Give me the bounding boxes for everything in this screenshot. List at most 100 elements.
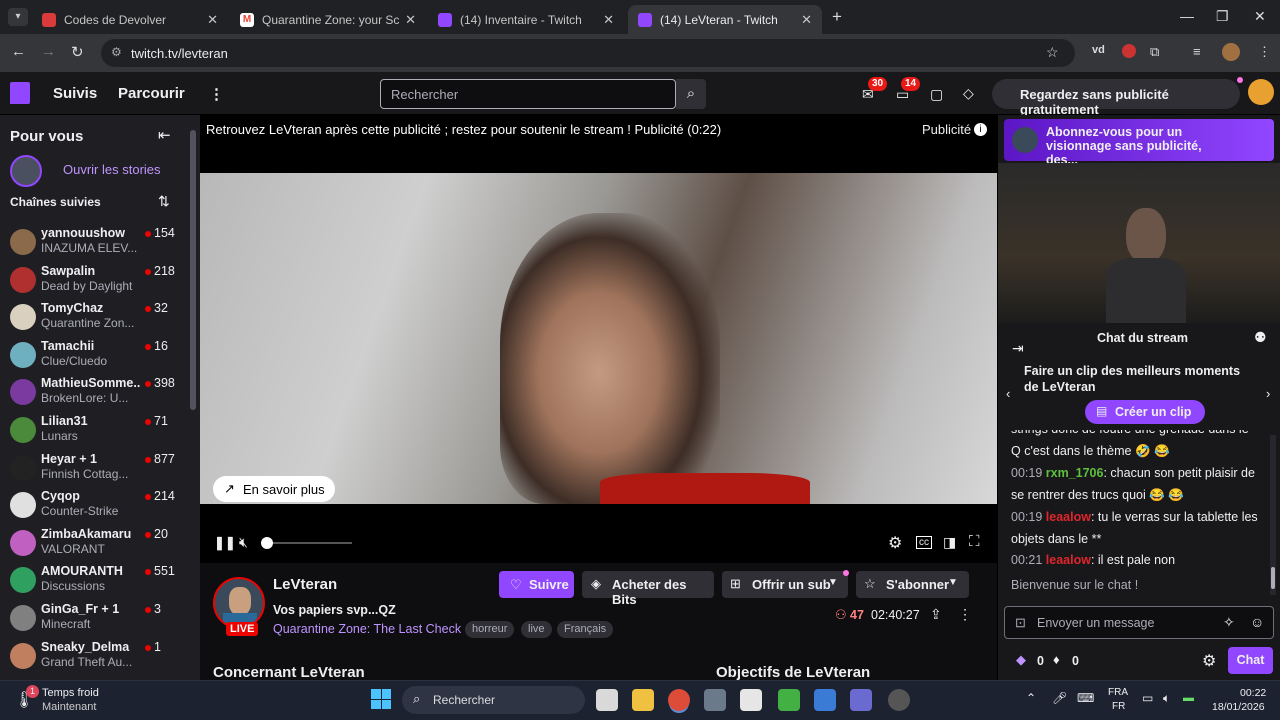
cheer-icon[interactable]: ✧ <box>1223 614 1235 631</box>
nav-browse[interactable]: Parcourir <box>118 85 185 102</box>
site-info-icon[interactable]: ⚙ <box>111 45 122 59</box>
game-link[interactable]: Quarantine Zone: The Last Check <box>273 622 461 636</box>
followed-channel[interactable]: MathieuSomme... BrokenLore: U... 398 <box>0 374 190 411</box>
chat-username[interactable]: leaalow <box>1046 510 1091 524</box>
volume-slider[interactable] <box>266 542 352 544</box>
browser-tab[interactable]: Codes de Devolver ✕ <box>32 5 228 34</box>
fullscreen-icon[interactable]: ⛶ <box>969 533 980 550</box>
chrome-icon[interactable] <box>668 689 690 711</box>
keyboard-icon[interactable]: ⌨ <box>1077 691 1094 705</box>
followed-channel[interactable]: ZimbaAkamaru VALORANT 20 <box>0 525 190 562</box>
followed-channel[interactable]: yannouushow INAZUMA ELEV... 154 <box>0 224 190 261</box>
nav-more-icon[interactable]: ⋮ <box>209 85 224 103</box>
chrome-menu-icon[interactable]: ⋮ <box>1258 44 1271 60</box>
browser-tab-active[interactable]: (14) LeVteran - Twitch ✕ <box>628 5 822 34</box>
forward-icon[interactable]: → <box>41 43 56 60</box>
followed-channel[interactable]: TomyChaz Quarantine Zon... 32 <box>0 299 190 336</box>
extensions-puzzle-icon[interactable]: ⧉ <box>1150 44 1159 60</box>
twitch-logo-icon[interactable] <box>10 82 30 104</box>
community-icon[interactable]: ⚉ <box>1254 329 1267 346</box>
task-view-icon[interactable] <box>596 689 618 711</box>
bits-balance-icon[interactable]: ♦ <box>1053 652 1060 667</box>
network-icon[interactable]: ▭ <box>1142 691 1153 705</box>
maximize-icon[interactable]: ❐ <box>1216 8 1229 25</box>
followed-channel[interactable]: Tamachii Clue/Cluedo 16 <box>0 337 190 374</box>
address-bar[interactable]: ⚙ twitch.tv/levteran ☆ <box>101 39 1075 67</box>
back-icon[interactable]: ← <box>11 43 26 60</box>
start-icon[interactable] <box>371 689 391 709</box>
chevron-left-icon[interactable]: ‹ <box>1006 386 1010 401</box>
xbox-icon[interactable] <box>778 689 800 711</box>
clock-time[interactable]: 00:22 <box>1240 687 1266 699</box>
info-icon[interactable]: i <box>974 123 987 136</box>
buy-bits-button[interactable]: Acheter des Bits <box>582 571 714 607</box>
sub-promo-banner[interactable]: Abonnez-vous pour un visionnage sans pub… <box>1004 119 1274 167</box>
whispers-icon[interactable]: ▢ <box>930 86 943 103</box>
followed-channel[interactable]: Sneaky_Delma Grand Theft Au... 1 <box>0 638 190 675</box>
close-icon[interactable]: ✕ <box>603 12 614 28</box>
new-tab-button[interactable]: + <box>832 7 842 27</box>
user-avatar[interactable] <box>1248 79 1274 105</box>
close-icon[interactable]: ✕ <box>207 12 218 28</box>
tag-francais[interactable]: Français <box>557 621 614 638</box>
followed-channel[interactable]: Cyqop Counter-Strike 214 <box>0 487 190 524</box>
tab-search-button[interactable]: ▾ <box>8 8 28 26</box>
pause-icon[interactable]: ❚❚ <box>214 535 236 551</box>
microphone-icon[interactable]: 🎤︎ <box>1052 691 1067 705</box>
theatre-mode-icon[interactable]: ◨ <box>943 534 956 551</box>
tag-horreur[interactable]: horreur <box>465 621 515 638</box>
followed-channel[interactable]: Lilian31 Lunars 71 <box>0 412 190 449</box>
profile-avatar[interactable] <box>1222 43 1240 61</box>
file-explorer-icon[interactable] <box>632 689 654 711</box>
followed-channel[interactable]: GinGa_Fr + 1 Minecraft 3 <box>0 600 190 637</box>
send-chat-button[interactable]: Chat <box>1228 647 1273 674</box>
media-control-icon[interactable]: ≡ <box>1193 44 1201 59</box>
minimize-icon[interactable]: — <box>1180 8 1194 24</box>
extension-vd-icon[interactable]: vd <box>1092 44 1105 56</box>
reload-icon[interactable]: ↻ <box>71 43 84 61</box>
weather-title[interactable]: Temps froid <box>42 687 99 699</box>
extension-icon[interactable] <box>1122 44 1136 58</box>
share-icon[interactable]: ⇪ <box>930 606 942 623</box>
followed-channel[interactable]: Sawpalin Dead by Daylight 218 <box>0 262 190 299</box>
settings-gear-icon[interactable]: ⚙ <box>888 533 902 553</box>
emote-icon[interactable]: ☺ <box>1250 614 1264 630</box>
tray-chevron-icon[interactable]: ⌃ <box>1026 691 1036 705</box>
app-red-dot-icon[interactable] <box>888 689 910 711</box>
language-primary[interactable]: FRA <box>1108 687 1128 698</box>
chat-input[interactable]: ⊡ Envoyer un message ✧ ☺ <box>1004 606 1274 639</box>
chat-settings-icon[interactable]: ⚙ <box>1202 651 1216 671</box>
chevron-right-icon[interactable]: › <box>1266 386 1270 401</box>
game-controller-icon[interactable] <box>850 689 872 711</box>
sort-icon[interactable]: ⇅ <box>158 193 170 210</box>
sidebar-scrollbar[interactable] <box>190 130 196 410</box>
chat-username[interactable]: leaalow <box>1046 553 1091 567</box>
notepad-icon[interactable] <box>740 689 762 711</box>
ad-video-frame[interactable] <box>200 173 997 504</box>
more-options-icon[interactable]: ⋮ <box>958 606 972 623</box>
search-icon[interactable]: ⌕ <box>676 79 706 109</box>
channel-name[interactable]: LeVteran <box>273 576 337 593</box>
captions-icon[interactable]: cc <box>916 536 932 549</box>
bookmark-star-icon[interactable]: ☆ <box>1046 44 1059 61</box>
close-icon[interactable]: ✕ <box>801 12 812 28</box>
open-stories-link[interactable]: Ouvrir les stories <box>63 162 161 177</box>
ad-free-button[interactable]: Regardez sans publicité gratuitement <box>992 79 1240 117</box>
badge-icon[interactable]: ⊡ <box>1015 615 1026 631</box>
volume-handle[interactable] <box>261 537 273 549</box>
battery-icon[interactable]: ▬ <box>1183 692 1194 704</box>
collapse-sidebar-icon[interactable]: ⇤ <box>158 126 171 144</box>
mute-icon[interactable]: 🔇︎ <box>239 534 248 551</box>
browser-tab[interactable]: M Quarantine Zone: your Scanner ✕ <box>230 5 426 34</box>
nav-follows[interactable]: Suivis <box>53 85 97 102</box>
volume-icon[interactable]: 🔈︎ <box>1163 691 1170 706</box>
browser-tab[interactable]: (14) Inventaire - Twitch ✕ <box>428 5 624 34</box>
tag-live[interactable]: live <box>521 621 552 638</box>
chat-username[interactable]: rxm_1706 <box>1046 466 1104 480</box>
followed-channel[interactable]: Heyar + 1 Finnish Cottag... 877 <box>0 450 190 487</box>
search-input[interactable]: Rechercher <box>380 79 676 109</box>
close-icon[interactable]: ✕ <box>405 12 416 28</box>
prime-crown-icon[interactable]: ◇ <box>963 85 974 102</box>
taskbar-search[interactable]: Rechercher <box>402 686 585 714</box>
collapse-chat-icon[interactable]: ⇥ <box>1012 340 1024 357</box>
